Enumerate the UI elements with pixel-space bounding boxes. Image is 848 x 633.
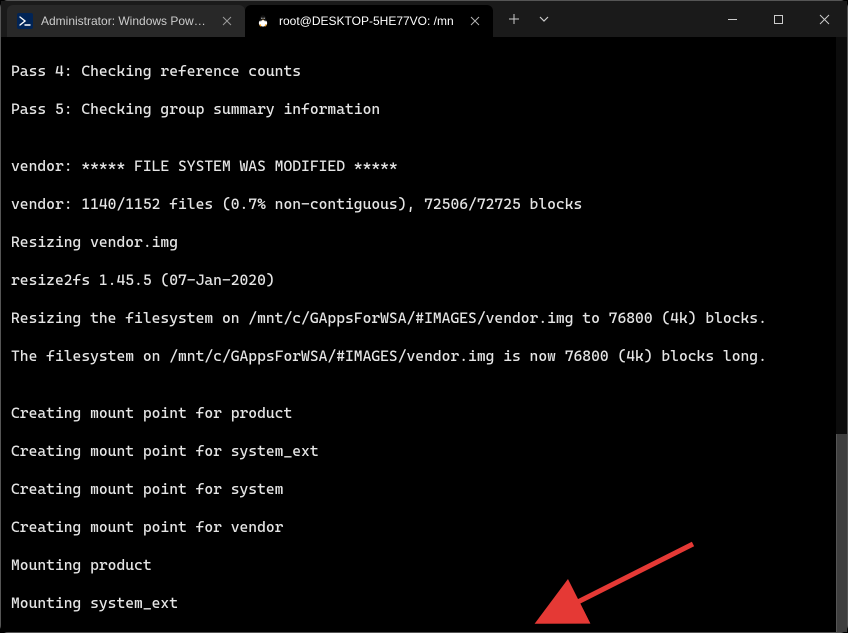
- powershell-icon: [17, 13, 33, 29]
- scrollbar-thumb[interactable]: [836, 434, 847, 632]
- new-tab-button[interactable]: [499, 4, 529, 34]
- terminal-scrollbar[interactable]: [836, 37, 847, 632]
- output-line: Creating mount point for product: [11, 404, 843, 423]
- output-line: Resizing vendor.img: [11, 233, 843, 252]
- output-line: Resizing the filesystem on /mnt/c/GAppsF…: [11, 309, 843, 328]
- output-line: Mounting product: [11, 556, 843, 575]
- window-close-button[interactable]: [801, 3, 847, 35]
- output-line: Mounting system_ext: [11, 594, 843, 613]
- output-line: Creating mount point for vendor: [11, 518, 843, 537]
- title-bar: Administrator: Windows PowerS root@DESKT…: [1, 1, 847, 37]
- tab-dropdown-button[interactable]: [529, 4, 559, 34]
- output-line: resize2fs 1.45.5 (07-Jan-2020): [11, 271, 843, 290]
- tab-label: Administrator: Windows PowerS: [41, 14, 211, 28]
- tab-powershell[interactable]: Administrator: Windows PowerS: [7, 5, 245, 37]
- output-line: Pass 4: Checking reference counts: [11, 62, 843, 81]
- terminal-output[interactable]: Pass 4: Checking reference counts Pass 5…: [1, 37, 847, 632]
- maximize-button[interactable]: [755, 3, 801, 35]
- output-line: Creating mount point for system: [11, 480, 843, 499]
- output-line: Pass 5: Checking group summary informati…: [11, 100, 843, 119]
- tux-icon: [255, 13, 271, 29]
- tab-close-button[interactable]: [467, 13, 483, 29]
- minimize-button[interactable]: [709, 3, 755, 35]
- output-line: Creating mount point for system_ext: [11, 442, 843, 461]
- output-line: vendor: ***** FILE SYSTEM WAS MODIFIED *…: [11, 157, 843, 176]
- output-line: vendor: 1140/1152 files (0.7% non-contig…: [11, 195, 843, 214]
- tab-close-button[interactable]: [219, 13, 235, 29]
- output-line: The filesystem on /mnt/c/GAppsForWSA/#IM…: [11, 347, 843, 366]
- tab-linux-active[interactable]: root@DESKTOP-5HE77VO: /mn: [245, 5, 493, 37]
- tab-label: root@DESKTOP-5HE77VO: /mn: [279, 14, 459, 28]
- annotation-arrow-icon: [533, 539, 703, 629]
